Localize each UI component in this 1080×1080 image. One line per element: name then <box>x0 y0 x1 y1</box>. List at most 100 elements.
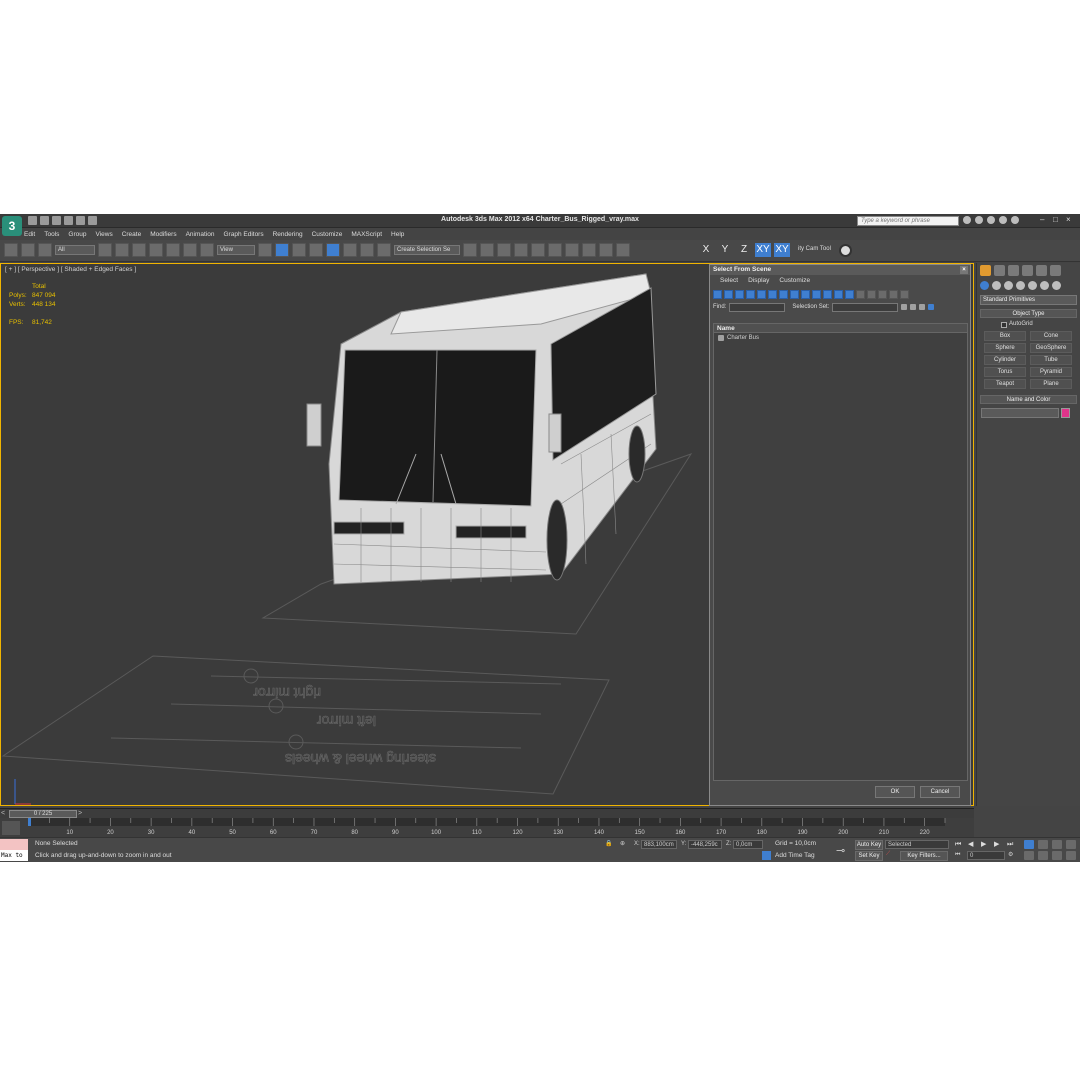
graphite-tools-icon[interactable] <box>514 243 528 257</box>
torus-button[interactable]: Torus <box>984 367 1026 377</box>
plane-button[interactable]: Plane <box>1030 379 1072 389</box>
autogrid-checkbox[interactable] <box>1001 321 1007 328</box>
geosphere-button[interactable]: GeoSphere <box>1030 343 1072 353</box>
key-mode-dropdown[interactable]: Selected <box>885 840 949 849</box>
angle-snap-icon[interactable] <box>326 243 340 257</box>
window-crossing-icon[interactable] <box>149 243 163 257</box>
dialog-close-icon[interactable]: × <box>960 266 968 274</box>
axis-x-button[interactable]: X <box>698 243 714 257</box>
help-search-input[interactable]: Type a keyword or phrase <box>857 216 959 226</box>
object-category-dropdown[interactable]: Standard Primitives <box>980 295 1077 305</box>
dialog-menu-customize[interactable]: Customize <box>779 275 810 287</box>
search-icon[interactable] <box>963 216 971 224</box>
filter-groups-icon[interactable] <box>779 289 788 299</box>
add-time-tag[interactable]: Add Time Tag <box>775 852 815 859</box>
layer-manager-icon[interactable] <box>497 243 511 257</box>
maxscript-mini-listener[interactable]: Max to <box>0 850 28 861</box>
reference-coordinate-dropdown[interactable]: View <box>217 245 255 255</box>
filter-funnel-icon[interactable] <box>889 289 898 299</box>
list-item[interactable]: Charter Bus <box>714 333 967 343</box>
filter-options-icon[interactable] <box>900 289 909 299</box>
menu-help[interactable]: Help <box>391 229 404 240</box>
link-icon[interactable] <box>4 243 18 257</box>
favorites-icon[interactable] <box>999 216 1007 224</box>
filter-containers-icon[interactable] <box>812 289 821 299</box>
bind-space-warp-icon[interactable] <box>38 243 52 257</box>
menu-edit[interactable]: Edit <box>24 229 35 240</box>
app-logo-icon[interactable]: 3 <box>2 216 22 236</box>
set-key-pen-icon[interactable]: ⟋ <box>886 851 890 858</box>
zoom-extents-icon[interactable] <box>1052 840 1062 849</box>
select-by-name-icon[interactable] <box>115 243 129 257</box>
play-icon[interactable]: ▶ <box>981 840 991 849</box>
maximize-icon[interactable]: □ <box>1053 216 1061 224</box>
axis-z-button[interactable]: Z <box>736 243 752 257</box>
previous-frame-icon[interactable]: ◀ <box>968 840 978 849</box>
cameras-category-icon[interactable] <box>1016 281 1025 290</box>
rendered-frame-window-icon[interactable] <box>599 243 613 257</box>
next-frame-icon[interactable]: ▶ <box>994 840 1004 849</box>
axis-y-button[interactable]: Y <box>717 243 733 257</box>
viewport-label[interactable]: [ + ] [ Perspective ] [ Shaded + Edged F… <box>5 266 136 273</box>
close-icon[interactable]: × <box>1066 216 1074 224</box>
menu-customize[interactable]: Customize <box>312 229 343 240</box>
render-setup-icon[interactable] <box>582 243 596 257</box>
current-frame-marker[interactable] <box>28 818 31 826</box>
filter-hidden-icon[interactable] <box>834 289 843 299</box>
menu-graph-editors[interactable]: Graph Editors <box>224 229 264 240</box>
filter-helpers-icon[interactable] <box>757 289 766 299</box>
filter-shapes-icon[interactable] <box>724 289 733 299</box>
filter-xrefs-icon[interactable] <box>790 289 799 299</box>
filter-bones-icon[interactable] <box>801 289 810 299</box>
rotate-icon[interactable] <box>183 243 197 257</box>
subscription-icon[interactable] <box>975 216 983 224</box>
key-icon[interactable]: ⊸ <box>836 844 845 857</box>
region-select-icon[interactable] <box>132 243 146 257</box>
filter-all-icon[interactable] <box>845 289 854 299</box>
select-invert-icon[interactable] <box>878 289 887 299</box>
go-to-end-icon[interactable]: ⏭ <box>1007 840 1017 849</box>
cam-tool-label[interactable]: ity Cam Tool <box>798 246 831 252</box>
material-editor-icon[interactable] <box>565 243 579 257</box>
dialog-menu-select[interactable]: Select <box>720 275 738 287</box>
selection-set-edit-icon[interactable] <box>919 304 926 310</box>
menu-create[interactable]: Create <box>122 229 142 240</box>
sphere-button[interactable]: Sphere <box>984 343 1026 353</box>
filter-frozen-icon[interactable] <box>823 289 832 299</box>
select-manipulate-icon[interactable] <box>275 243 289 257</box>
menu-views[interactable]: Views <box>95 229 112 240</box>
object-name-field[interactable] <box>981 408 1059 418</box>
menu-rendering[interactable]: Rendering <box>273 229 303 240</box>
select-object-icon[interactable] <box>98 243 112 257</box>
selection-set-dropdown[interactable] <box>832 302 899 312</box>
filter-spacewarps-icon[interactable] <box>768 289 777 299</box>
spacewarps-category-icon[interactable] <box>1040 281 1049 290</box>
select-none-icon[interactable] <box>867 289 876 299</box>
edit-named-selection-icon[interactable] <box>377 243 391 257</box>
unlink-icon[interactable] <box>21 243 35 257</box>
cancel-button[interactable]: Cancel <box>920 786 960 798</box>
shapes-category-icon[interactable] <box>992 281 1001 290</box>
teapot-button[interactable]: Teapot <box>984 379 1026 389</box>
ok-button[interactable]: OK <box>875 786 915 798</box>
go-to-start-icon[interactable]: ⏮ <box>955 840 965 849</box>
systems-category-icon[interactable] <box>1052 281 1061 290</box>
percent-snap-icon[interactable] <box>343 243 357 257</box>
menu-maxscript[interactable]: MAXScript <box>351 229 382 240</box>
menu-group[interactable]: Group <box>68 229 86 240</box>
minimize-icon[interactable]: – <box>1040 216 1048 224</box>
pyramid-button[interactable]: Pyramid <box>1030 367 1072 377</box>
snaps-toggle-icon[interactable] <box>309 243 323 257</box>
help-icon[interactable] <box>1011 216 1019 224</box>
filter-cameras-icon[interactable] <box>746 289 755 299</box>
z-coord-field[interactable]: 0,0cm <box>733 840 763 849</box>
selection-set-remove-icon[interactable] <box>910 304 917 310</box>
display-tab-icon[interactable] <box>1036 265 1047 276</box>
time-slider-thumb[interactable]: 0 / 225 <box>9 810 77 818</box>
utilities-tab-icon[interactable] <box>1050 265 1061 276</box>
time-slider-prev-icon[interactable]: < <box>1 810 9 818</box>
time-slider-next-icon[interactable]: > <box>78 810 86 818</box>
time-slider[interactable]: < 0 / 225 > <box>0 808 974 818</box>
curve-editor-icon[interactable] <box>531 243 545 257</box>
find-input[interactable] <box>729 302 786 312</box>
